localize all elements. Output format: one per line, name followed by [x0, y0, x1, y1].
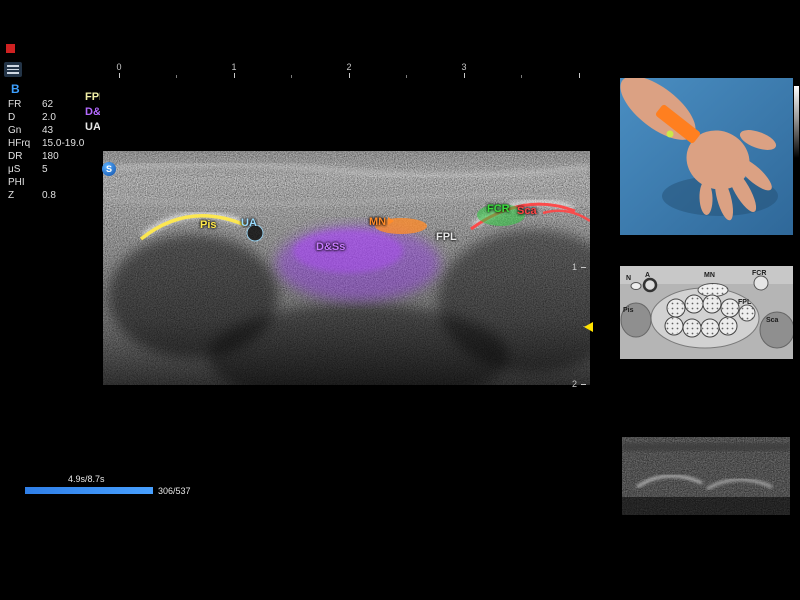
- anatomy-label: MN: [704, 272, 715, 279]
- parameter-row: μS5: [8, 163, 84, 176]
- anatomy-label: FPL: [738, 299, 752, 306]
- depth-number: 2: [572, 379, 577, 389]
- cine-progress-bar[interactable]: [25, 487, 153, 494]
- parameter-value: 43: [42, 124, 53, 137]
- anatomy-label: Sca: [766, 317, 779, 324]
- parameter-label: DR: [8, 150, 42, 163]
- parameter-row: PHI: [8, 176, 84, 189]
- anatomy-label: A: [645, 272, 650, 279]
- ruler-number: 3: [461, 62, 466, 72]
- grayscale-map: [794, 86, 799, 158]
- parameter-row: Z0.8: [8, 189, 84, 202]
- focus-marker-icon[interactable]: [584, 322, 593, 332]
- depth-number: 1: [572, 262, 577, 272]
- record-indicator-icon: [6, 44, 15, 53]
- mn-arrow-icon: [388, 217, 394, 225]
- parameter-row: D2.0: [8, 111, 84, 124]
- parameter-label: Z: [8, 189, 42, 202]
- parameter-row: Gn43: [8, 124, 84, 137]
- scan-label-mn: MN: [369, 216, 394, 228]
- parameter-value: 5: [42, 163, 48, 176]
- depth-tick: [581, 267, 586, 268]
- probe-position-photo[interactable]: [620, 78, 793, 235]
- anatomy-diagram[interactable]: N A MN FCR Pis FPL Sca: [620, 266, 793, 359]
- vendor-logo: S: [102, 162, 116, 176]
- anatomy-label: FCR: [752, 270, 766, 277]
- parameter-label: μS: [8, 163, 42, 176]
- parameter-value: 180: [42, 150, 59, 163]
- ultrasound-screen: B FR62 D2.0 Gn43 HFrq15.0-19.0 DR180 μS5…: [0, 0, 800, 600]
- depth-tick: [581, 384, 586, 385]
- scan-label-fpl: FPL: [436, 231, 457, 243]
- scan-label-fcr: FCR: [487, 203, 510, 215]
- depth-tick-minor: [583, 209, 586, 210]
- parameter-label: HFrq: [8, 137, 42, 150]
- parameter-label: D: [8, 111, 42, 124]
- scan-label-mn-text: MN: [369, 216, 386, 228]
- ultrasound-image[interactable]: S: [100, 78, 592, 478]
- parameter-row: FR62: [8, 98, 84, 111]
- parameter-value: 0.8: [42, 189, 56, 202]
- parameter-value: 15.0-19.0: [42, 137, 84, 150]
- parameter-row: HFrq15.0-19.0: [8, 137, 84, 150]
- ruler-number: 2: [346, 62, 351, 72]
- scan-label-dss: D&Ss: [316, 241, 345, 253]
- cine-frame-counter: 306/537: [158, 486, 191, 496]
- parameter-label: FR: [8, 98, 42, 111]
- parameter-label: Gn: [8, 124, 42, 137]
- ruler-number: 1: [231, 62, 236, 72]
- parameter-value: 2.0: [42, 111, 56, 124]
- echo-canvas: [103, 151, 590, 385]
- menu-icon[interactable]: [4, 62, 22, 77]
- anatomy-label: N: [626, 275, 631, 282]
- cine-time: 4.9s/8.7s: [68, 474, 105, 484]
- parameter-label: PHI: [8, 176, 42, 189]
- scan-label-pis: Pis: [200, 219, 217, 231]
- ultrasound-thumbnail[interactable]: [622, 437, 790, 515]
- parameter-value: 62: [42, 98, 53, 111]
- anatomy-label: Pis: [623, 307, 634, 314]
- scan-label-ua: UA: [241, 217, 257, 229]
- ruler-number: 0: [116, 62, 121, 72]
- scan-label-sca: Sca: [517, 205, 537, 217]
- cine-progress-fill: [25, 487, 153, 494]
- parameter-row: DR180: [8, 150, 84, 163]
- parameter-panel: FR62 D2.0 Gn43 HFrq15.0-19.0 DR180 μS5 P…: [8, 98, 84, 202]
- mode-indicator: B: [11, 82, 20, 96]
- probe-marker-dot: [667, 131, 674, 138]
